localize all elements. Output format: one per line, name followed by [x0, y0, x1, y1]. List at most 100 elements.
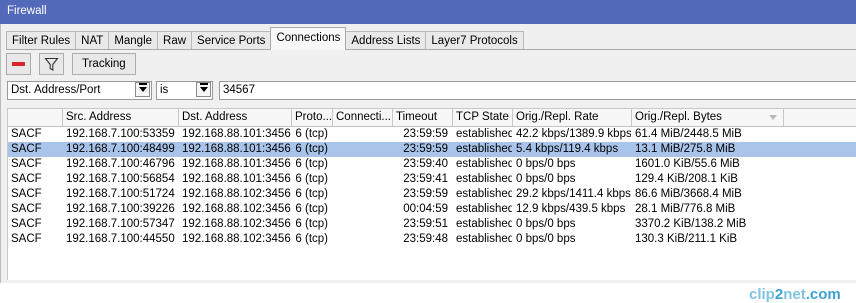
cell-src-address: 192.168.7.100:57347 [66, 218, 175, 230]
cell-protocol: 6 (tcp) [295, 143, 328, 155]
tab-mangle[interactable]: Mangle [108, 31, 159, 50]
cell-flags: SACF [11, 218, 42, 230]
cell-timeout: 23:59:48 [403, 233, 448, 245]
filter-field-dropdown[interactable] [135, 82, 150, 97]
table-row[interactable]: SACF 192.168.7.100:57347 192.168.88.102:34… [8, 217, 856, 232]
arrow-down-icon [139, 83, 147, 92]
cell-bytes: 130.3 KiB/211.1 KiB [635, 233, 738, 245]
cell-connection [333, 202, 393, 217]
column-header-timeout[interactable]: Timeout [393, 109, 453, 126]
tracking-button[interactable]: Tracking [72, 53, 136, 75]
cell-timeout: 23:59:40 [403, 158, 448, 170]
cell-src-address: 192.168.7.100:51724 [66, 188, 175, 200]
tab-nat[interactable]: NAT [75, 31, 110, 50]
cell-dst-address: 192.168.88.101:34567 [182, 128, 292, 140]
cell-rate: 12.9 kbps/439.5 kbps [516, 203, 626, 215]
cell-connection [333, 187, 393, 202]
tab-service-ports[interactable]: Service Ports [191, 31, 272, 50]
cell-protocol: 6 (tcp) [295, 158, 328, 170]
cell-bytes: 61.4 MiB/2448.5 MiB [635, 128, 742, 140]
cell-connection [333, 232, 393, 247]
table-row[interactable]: SACF 192.168.7.100:51724 192.168.88.102:34… [8, 187, 856, 202]
watermark: clip2net.com [749, 286, 841, 303]
connections-table: Src. Address Dst. Address Proto... Conne… [7, 108, 856, 280]
table-row[interactable]: SACF 192.168.7.100:39226 192.168.88.102:34… [8, 202, 856, 217]
cell-connection [333, 157, 393, 172]
arrow-down-icon [200, 83, 208, 92]
cell-timeout: 23:59:59 [403, 188, 448, 200]
cell-timeout: 23:59:51 [403, 218, 448, 230]
column-header-flags[interactable] [8, 109, 63, 126]
cell-timeout: 23:59:59 [403, 143, 448, 155]
cell-tcp-state: established [456, 128, 513, 140]
cell-bytes: 28.1 MiB/776.8 MiB [635, 203, 736, 215]
remove-button[interactable] [6, 53, 31, 75]
filter-icon [44, 57, 59, 71]
filter-button[interactable] [39, 53, 64, 75]
cell-rate: 29.2 kbps/1411.4 kbps [516, 188, 631, 200]
cell-tcp-state: established [456, 203, 513, 215]
cell-bytes: 13.1 MiB/275.8 MiB [635, 143, 736, 155]
watermark-part3: net [783, 286, 806, 303]
cell-bytes: 129.4 KiB/208.1 KiB [635, 173, 738, 185]
column-header-rate[interactable]: Orig./Repl. Rate [513, 109, 632, 126]
cell-dst-address: 192.168.88.101:34567 [182, 158, 292, 170]
cell-src-address: 192.168.7.100:44550 [66, 233, 175, 245]
cell-rate: 0 bps/0 bps [516, 233, 576, 245]
cell-protocol: 6 (tcp) [295, 218, 328, 230]
cell-protocol: 6 (tcp) [295, 188, 328, 200]
cell-flags: SACF [11, 188, 42, 200]
filter-field-select[interactable]: Dst. Address/Port [7, 81, 152, 100]
tab-layer7-protocols[interactable]: Layer7 Protocols [425, 31, 524, 50]
column-header-connection[interactable]: Connecti... [333, 109, 393, 126]
column-header-src-address[interactable]: Src. Address [63, 109, 179, 126]
cell-dst-address: 192.168.88.101:34567 [182, 143, 292, 155]
tab-filter-rules[interactable]: Filter Rules [6, 31, 77, 50]
cell-bytes: 86.6 MiB/3668.4 MiB [635, 188, 742, 200]
cell-protocol: 6 (tcp) [295, 233, 328, 245]
tab-bar: Filter Rules NAT Mangle Raw Service Port… [6, 27, 524, 50]
cell-rate: 5.4 kbps/119.4 kbps [516, 143, 619, 155]
column-header-dst-address[interactable]: Dst. Address [179, 109, 292, 126]
tab-divider [6, 49, 856, 50]
tab-address-lists[interactable]: Address Lists [345, 31, 427, 50]
cell-src-address: 192.168.7.100:39226 [66, 203, 175, 215]
cell-dst-address: 192.168.88.102:34567 [182, 218, 292, 230]
cell-timeout: 23:59:59 [403, 128, 448, 140]
cell-src-address: 192.168.7.100:53359 [66, 128, 175, 140]
table-row[interactable]: SACF 192.168.7.100:56854 192.168.88.101:34… [8, 172, 856, 187]
sort-descending-icon [769, 115, 777, 120]
cell-flags: SACF [11, 143, 42, 155]
window-titlebar: Firewall [0, 0, 856, 24]
filter-value-input[interactable]: 34567 [219, 81, 856, 100]
cell-connection [333, 172, 393, 187]
cell-src-address: 192.168.7.100:48499 [66, 143, 175, 155]
filter-field-value: Dst. Address/Port [11, 84, 101, 96]
filter-operator-value: is [160, 84, 169, 96]
cell-tcp-state: established [456, 143, 513, 155]
cell-tcp-state: established [456, 158, 513, 170]
table-row[interactable]: SACF 192.168.7.100:53359 192.168.88.101:34… [8, 127, 856, 142]
tab-connections[interactable]: Connections [270, 27, 347, 50]
cell-dst-address: 192.168.88.101:34567 [182, 173, 292, 185]
cell-connection [333, 217, 393, 232]
table-row[interactable]: SACF 192.168.7.100:46796 192.168.88.101:34… [8, 157, 856, 172]
cell-protocol: 6 (tcp) [295, 128, 328, 140]
column-header-bytes-label: Orig./Repl. Bytes [635, 111, 722, 123]
table-row[interactable]: SACF 192.168.7.100:44550 192.168.88.102:34… [8, 232, 856, 247]
cell-tcp-state: established [456, 218, 513, 230]
column-header-protocol[interactable]: Proto... [292, 109, 333, 126]
cell-flags: SACF [11, 158, 42, 170]
table-header: Src. Address Dst. Address Proto... Conne… [8, 109, 856, 127]
cell-flags: SACF [11, 173, 42, 185]
column-header-bytes[interactable]: Orig./Repl. Bytes [632, 109, 784, 126]
window-title: Firewall [7, 5, 47, 17]
tab-raw[interactable]: Raw [157, 31, 193, 50]
filter-operator-dropdown[interactable] [196, 82, 211, 97]
cell-flags: SACF [11, 203, 42, 215]
table-row[interactable]: SACF 192.168.7.100:48499 192.168.88.101:34… [8, 142, 856, 157]
filter-value-text: 34567 [223, 84, 255, 96]
column-header-tcp-state[interactable]: TCP State [453, 109, 513, 126]
cell-bytes: 3370.2 KiB/138.2 MiB [635, 218, 747, 230]
tracking-label: Tracking [82, 58, 126, 70]
